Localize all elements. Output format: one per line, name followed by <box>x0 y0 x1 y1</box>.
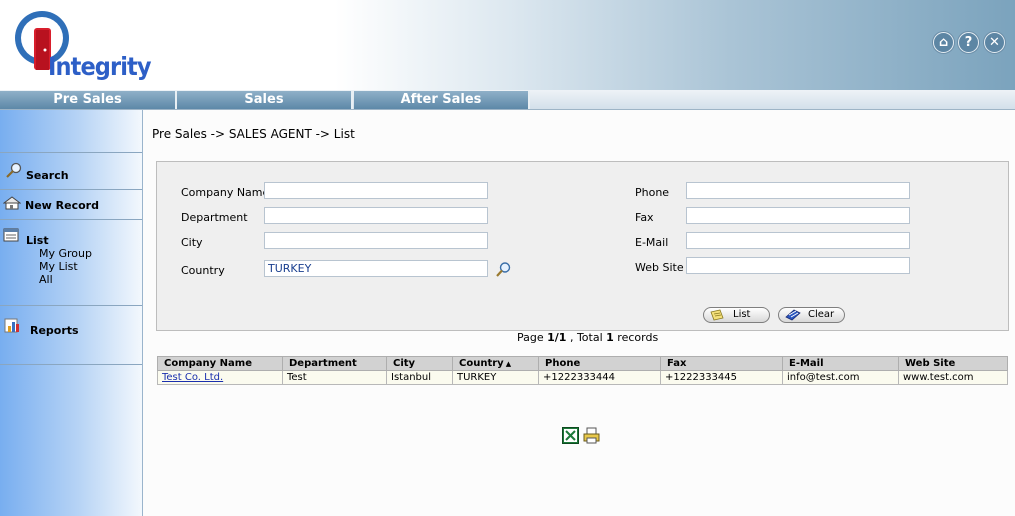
sidebar-item-label: Search <box>26 169 69 182</box>
country-label: Country <box>181 264 225 277</box>
home-icon <box>3 196 21 210</box>
tab-after-sales[interactable]: After Sales <box>354 91 530 109</box>
country-lookup-search-icon[interactable] <box>495 261 512 278</box>
table-header-row: Company Name Department City Country ▲ Ph… <box>157 356 1008 371</box>
table-cell-country: TURKEY <box>452 370 539 385</box>
app-logo-text: Integrity <box>48 52 152 81</box>
app-header: Integrity ⌂ ? ✕ <box>0 0 1015 90</box>
phone-label: Phone <box>635 186 670 199</box>
clear-button-label: Clear <box>808 309 835 320</box>
excel-export-icon[interactable] <box>562 427 579 444</box>
close-icon[interactable]: ✕ <box>984 32 1005 53</box>
fax-label: Fax <box>635 211 654 224</box>
sidebar-item-list[interactable]: List <box>0 226 142 247</box>
table-cell-email: info@test.com <box>782 370 899 385</box>
column-header-website[interactable]: Web Site <box>898 356 1008 371</box>
phone-input[interactable] <box>686 182 910 199</box>
sidebar-divider <box>0 219 142 220</box>
department-label: Department <box>181 211 248 224</box>
sort-ascending-icon: ▲ <box>505 360 512 368</box>
sidebar-item-label: Reports <box>30 324 79 337</box>
sidebar-divider <box>0 364 142 365</box>
table-cell-company-name: Test Co. Ltd. <box>157 370 283 385</box>
sidebar: Search New Record List My Group My List … <box>0 110 143 516</box>
results-table: Company Name Department City Country ▲ Ph… <box>157 356 1008 385</box>
city-label: City <box>181 236 203 249</box>
table-cell-phone: +1222333444 <box>538 370 661 385</box>
pagination-total: 1 <box>606 331 614 344</box>
table-cell-department: Test <box>282 370 387 385</box>
print-icon[interactable] <box>583 427 600 444</box>
column-header-city[interactable]: City <box>386 356 453 371</box>
list-button-label: List <box>733 309 751 320</box>
breadcrumb: Pre Sales -> SALES AGENT -> List <box>152 127 355 141</box>
website-input[interactable] <box>686 257 910 274</box>
table-cell-website: www.test.com <box>898 370 1008 385</box>
help-icon[interactable]: ? <box>958 32 979 53</box>
column-header-department[interactable]: Department <box>282 356 387 371</box>
sidebar-item-label: New Record <box>25 199 99 212</box>
website-label: Web Site <box>635 261 684 274</box>
sidebar-item-search[interactable]: Search <box>0 160 142 188</box>
company-name-label: Company Name <box>181 186 270 199</box>
column-header-phone[interactable]: Phone <box>538 356 661 371</box>
sidebar-divider <box>0 152 142 153</box>
clear-button[interactable]: Clear <box>778 307 845 323</box>
list-button[interactable]: List <box>703 307 770 323</box>
pagination-suffix: records <box>613 331 659 344</box>
column-header-country-label: Country <box>459 358 504 369</box>
eraser-icon <box>785 309 801 321</box>
sidebar-item-my-list[interactable]: My List <box>39 260 78 273</box>
column-header-fax[interactable]: Fax <box>660 356 783 371</box>
sidebar-item-my-group[interactable]: My Group <box>39 247 92 260</box>
home-icon[interactable]: ⌂ <box>933 32 954 53</box>
column-header-country[interactable]: Country ▲ <box>452 356 539 371</box>
list-icon <box>3 228 19 242</box>
email-label: E-Mail <box>635 236 669 249</box>
list-note-icon <box>710 309 724 321</box>
sidebar-divider <box>0 305 142 306</box>
sidebar-item-label: List <box>26 234 49 247</box>
reports-chart-icon <box>4 318 19 333</box>
search-icon <box>6 162 22 178</box>
country-input[interactable] <box>264 260 488 277</box>
pagination-prefix: Page <box>517 331 548 344</box>
pagination-page: 1/1 <box>547 331 567 344</box>
department-input[interactable] <box>264 207 488 224</box>
pagination-middle: , Total <box>566 331 607 344</box>
sidebar-item-new-record[interactable]: New Record <box>0 190 142 218</box>
tab-sales[interactable]: Sales <box>177 91 353 109</box>
pagination-info: Page 1/1 , Total 1 records <box>517 331 658 344</box>
sidebar-item-all[interactable]: All <box>39 273 53 286</box>
city-input[interactable] <box>264 232 488 249</box>
fax-input[interactable] <box>686 207 910 224</box>
column-header-email[interactable]: E-Mail <box>782 356 899 371</box>
table-cell-city: Istanbul <box>386 370 453 385</box>
tab-pre-sales[interactable]: Pre Sales <box>0 91 177 109</box>
company-name-input[interactable] <box>264 182 488 199</box>
column-header-company-name[interactable]: Company Name <box>157 356 283 371</box>
company-link[interactable]: Test Co. Ltd. <box>162 372 223 383</box>
table-cell-fax: +1222333445 <box>660 370 783 385</box>
main-nav: Pre Sales Sales After Sales <box>0 90 1015 110</box>
email-input[interactable] <box>686 232 910 249</box>
sidebar-item-reports[interactable]: Reports <box>0 314 142 342</box>
table-row: Test Co. Ltd. Test Istanbul TURKEY +1222… <box>157 370 1008 385</box>
